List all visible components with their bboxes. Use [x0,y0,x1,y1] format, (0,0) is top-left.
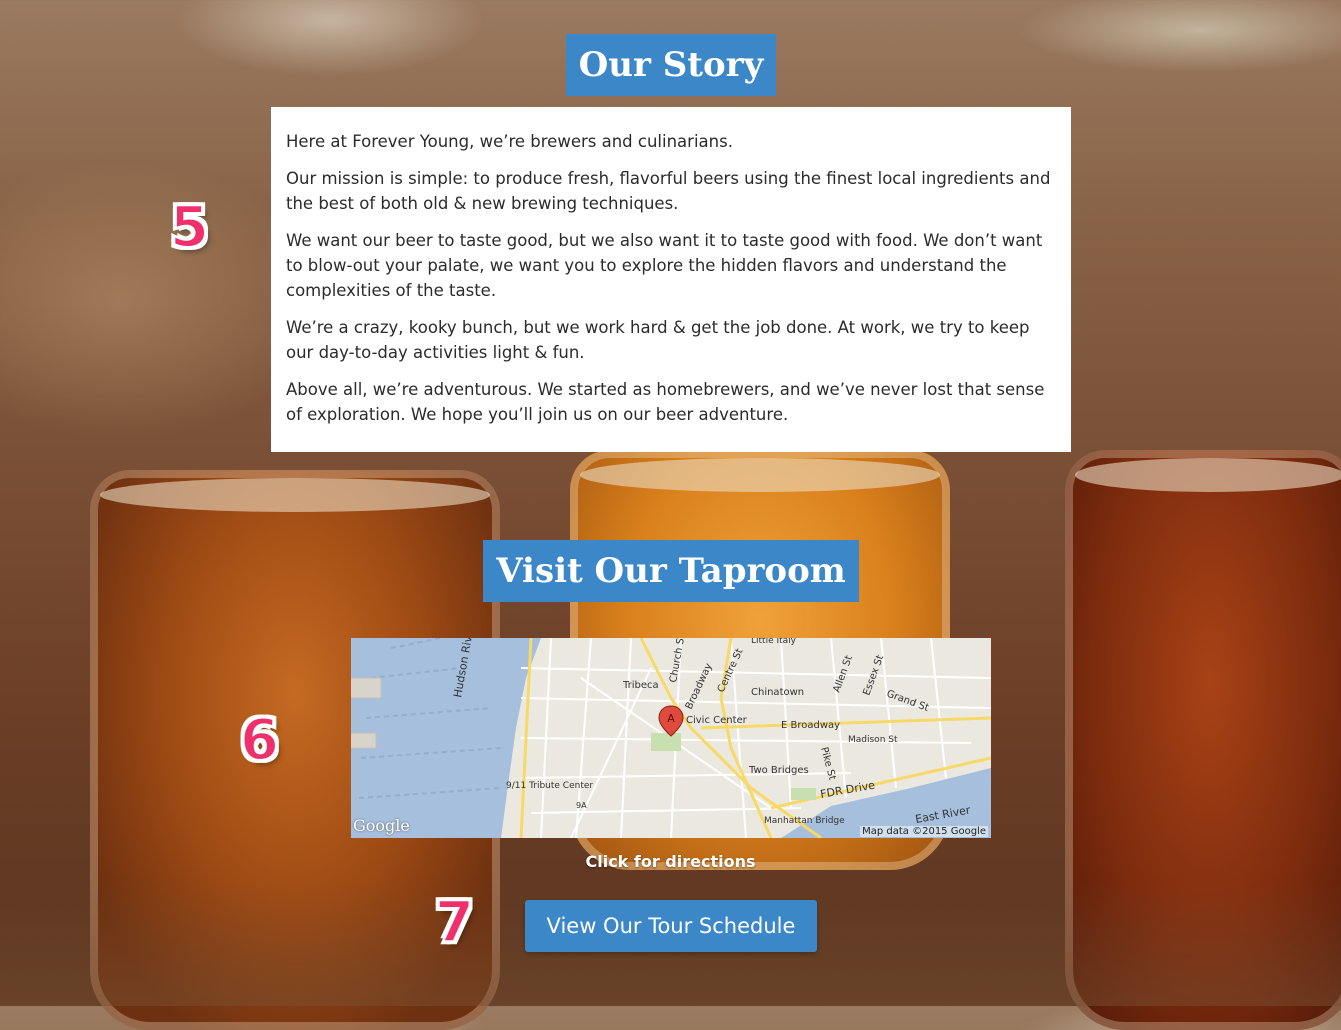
taproom-map[interactable]: Hudson River Tribeca Church St Broadway … [351,638,991,838]
map-label: Little Italy [751,638,797,646]
map-label: 9A [576,801,587,810]
map-label: Manhattan Bridge [764,816,845,826]
map-label: Civic Center [686,715,748,726]
annotation-number-6: 6 [239,708,280,773]
map-label: Tribeca [622,680,659,691]
story-paragraph: Here at Forever Young, we’re brewers and… [286,132,733,151]
map-label: Madison St [848,735,898,745]
annotation-number-7: 7 [434,890,475,955]
story-paragraph: We’re a crazy, kooky bunch, but we work … [286,318,1030,362]
map-attribution: Map data ©2015 Google [860,826,988,837]
map-label: Two Bridges [748,765,809,776]
map-label: E Broadway [781,720,840,731]
map-graphic: Hudson River Tribeca Church St Broadway … [351,638,991,838]
visit-taproom-heading: Visit Our Taproom [483,540,859,602]
map-label: Chinatown [751,687,804,698]
story-paragraph: Our mission is simple: to produce fresh,… [286,169,1051,213]
view-tour-schedule-button[interactable]: View Our Tour Schedule [525,900,817,952]
map-marker-label: A [667,712,675,725]
story-paragraph: Above all, we’re adventurous. We started… [286,380,1045,424]
story-paragraph: We want our beer to taste good, but we a… [286,231,1043,300]
map-label: 9/11 Tribute Center [506,781,593,791]
our-story-heading: Our Story [566,34,776,96]
story-card: Here at Forever Young, we’re brewers and… [271,107,1071,452]
directions-link[interactable]: Click for directions [0,852,1341,871]
annotation-number-5: 5 [169,195,210,260]
google-logo: Google [353,816,410,835]
